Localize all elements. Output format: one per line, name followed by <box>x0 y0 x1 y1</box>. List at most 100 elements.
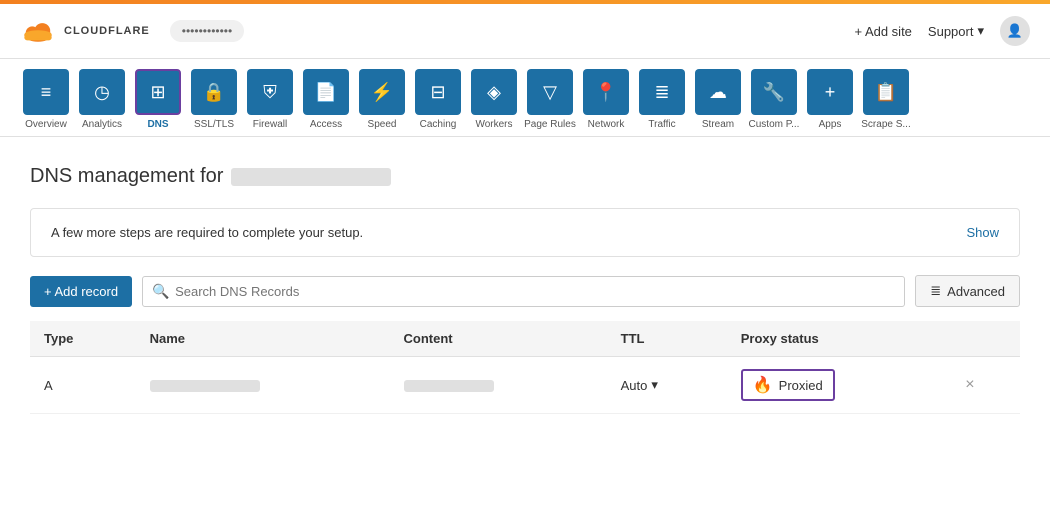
ttl-chevron-icon: ▾ <box>651 377 658 393</box>
setup-banner: A few more steps are required to complet… <box>30 208 1020 257</box>
header-left: CLOUDFLARE •••••••••••• <box>20 13 244 49</box>
proxy-flame-icon: 🔥 <box>753 375 773 395</box>
nav-label-custom-pages: Custom P... <box>749 119 800 136</box>
overview-icon: ≡ <box>23 69 69 115</box>
nav-item-apps[interactable]: + Apps <box>804 69 856 136</box>
stream-icon: ☁ <box>695 69 741 115</box>
cell-content <box>390 357 607 414</box>
firewall-icon: ⛨ <box>247 69 293 115</box>
support-label: Support <box>928 24 974 39</box>
header: CLOUDFLARE •••••••••••• + Add site Suppo… <box>0 4 1050 59</box>
nav-label-ssl-tls: SSL/TLS <box>194 119 234 136</box>
cell-ttl: Auto ▾ <box>607 357 727 414</box>
nav-item-ssl-tls[interactable]: 🔒 SSL/TLS <box>188 69 240 136</box>
cell-name <box>136 357 390 414</box>
delete-button[interactable]: × <box>965 376 974 394</box>
nav-label-firewall: Firewall <box>253 119 287 136</box>
col-header-proxy-status: Proxy status <box>727 321 951 357</box>
setup-banner-text: A few more steps are required to complet… <box>51 225 363 240</box>
ttl-value: Auto <box>621 378 648 393</box>
col-header-content: Content <box>390 321 607 357</box>
nav-item-scrape-shield[interactable]: 📋 Scrape S... <box>860 69 912 136</box>
header-right: + Add site Support ▾ 👤 <box>854 16 1030 46</box>
analytics-icon: ◷ <box>79 69 125 115</box>
nav-item-workers[interactable]: ◈ Workers <box>468 69 520 136</box>
custom-pages-icon: 🔧 <box>751 69 797 115</box>
search-input[interactable] <box>142 276 905 307</box>
nav-item-firewall[interactable]: ⛨ Firewall <box>244 69 296 136</box>
col-header- <box>951 321 1020 357</box>
domain-text: •••••••••••• <box>182 24 232 38</box>
proxy-label: Proxied <box>779 378 823 393</box>
workers-icon: ◈ <box>471 69 517 115</box>
nav-label-access: Access <box>310 119 342 136</box>
advanced-icon: ≣ <box>930 283 941 299</box>
nav-label-page-rules: Page Rules <box>524 119 576 136</box>
user-icon: 👤 <box>1007 23 1023 39</box>
masked-content <box>404 380 494 392</box>
nav-item-network[interactable]: 📍 Network <box>580 69 632 136</box>
add-record-button[interactable]: + Add record <box>30 276 132 307</box>
page-rules-icon: ▽ <box>527 69 573 115</box>
user-avatar[interactable]: 👤 <box>1000 16 1030 46</box>
nav-label-network: Network <box>588 119 625 136</box>
ttl-select[interactable]: Auto ▾ <box>621 377 713 393</box>
add-site-button[interactable]: + Add site <box>854 24 911 39</box>
nav-label-analytics: Analytics <box>82 119 122 136</box>
speed-icon: ⚡ <box>359 69 405 115</box>
cell-delete: × <box>951 357 1020 414</box>
support-chevron-icon: ▾ <box>977 23 984 39</box>
show-link[interactable]: Show <box>966 225 999 240</box>
page-title-text: DNS management for <box>30 165 223 188</box>
support-button[interactable]: Support ▾ <box>928 23 984 39</box>
advanced-button[interactable]: ≣ Advanced <box>915 275 1020 307</box>
nav-label-stream: Stream <box>702 119 734 136</box>
page-domain-masked <box>231 168 391 186</box>
col-header-name: Name <box>136 321 390 357</box>
logo-text: CLOUDFLARE <box>64 25 150 37</box>
traffic-icon: ≣ <box>639 69 685 115</box>
scrape-shield-icon: 📋 <box>863 69 909 115</box>
cell-type: A <box>30 357 136 414</box>
network-icon: 📍 <box>583 69 629 115</box>
nav-item-dns[interactable]: ⊞ DNS <box>132 69 184 136</box>
nav-label-traffic: Traffic <box>648 119 675 136</box>
search-container: 🔍 <box>142 276 905 307</box>
search-icon: 🔍 <box>152 283 169 300</box>
nav-label-apps: Apps <box>819 119 842 136</box>
nav-item-traffic[interactable]: ≣ Traffic <box>636 69 688 136</box>
nav-item-stream[interactable]: ☁ Stream <box>692 69 744 136</box>
table-header-row: TypeNameContentTTLProxy status <box>30 321 1020 357</box>
nav-label-dns: DNS <box>147 119 168 136</box>
advanced-label: Advanced <box>947 284 1005 299</box>
nav-item-access[interactable]: 📄 Access <box>300 69 352 136</box>
nav-label-scrape-shield: Scrape S... <box>861 119 910 136</box>
caching-icon: ⊟ <box>415 69 461 115</box>
nav-item-analytics[interactable]: ◷ Analytics <box>76 69 128 136</box>
nav-item-overview[interactable]: ≡Overview <box>20 69 72 136</box>
ssl-tls-icon: 🔒 <box>191 69 237 115</box>
table-body: A Auto ▾ 🔥 Proxied × <box>30 357 1020 414</box>
nav-item-caching[interactable]: ⊟ Caching <box>412 69 464 136</box>
nav-item-speed[interactable]: ⚡ Speed <box>356 69 408 136</box>
col-header-type: Type <box>30 321 136 357</box>
cloudflare-logo-icon <box>20 13 56 49</box>
col-header-ttl: TTL <box>607 321 727 357</box>
table-header: TypeNameContentTTLProxy status <box>30 321 1020 357</box>
nav-item-custom-pages[interactable]: 🔧 Custom P... <box>748 69 800 136</box>
nav-label-workers: Workers <box>475 119 512 136</box>
proxy-badge: 🔥 Proxied <box>741 369 835 401</box>
nav-item-page-rules[interactable]: ▽ Page Rules <box>524 69 576 136</box>
apps-icon: + <box>807 69 853 115</box>
nav-container: ≡Overview◷ Analytics ⊞ DNS 🔒 SSL/TLS ⛨ Firewall… <box>0 59 1050 137</box>
nav-label-speed: Speed <box>368 119 397 136</box>
masked-name <box>150 380 260 392</box>
dns-table: TypeNameContentTTLProxy status A Auto ▾ 🔥 P… <box>30 321 1020 414</box>
dns-icon: ⊞ <box>135 69 181 115</box>
logo: CLOUDFLARE <box>20 13 150 49</box>
nav-label-caching: Caching <box>420 119 457 136</box>
toolbar: + Add record 🔍 ≣ Advanced <box>30 275 1020 307</box>
access-icon: 📄 <box>303 69 349 115</box>
cell-proxy-status: 🔥 Proxied <box>727 357 951 414</box>
page-title: DNS management for <box>30 165 1020 188</box>
